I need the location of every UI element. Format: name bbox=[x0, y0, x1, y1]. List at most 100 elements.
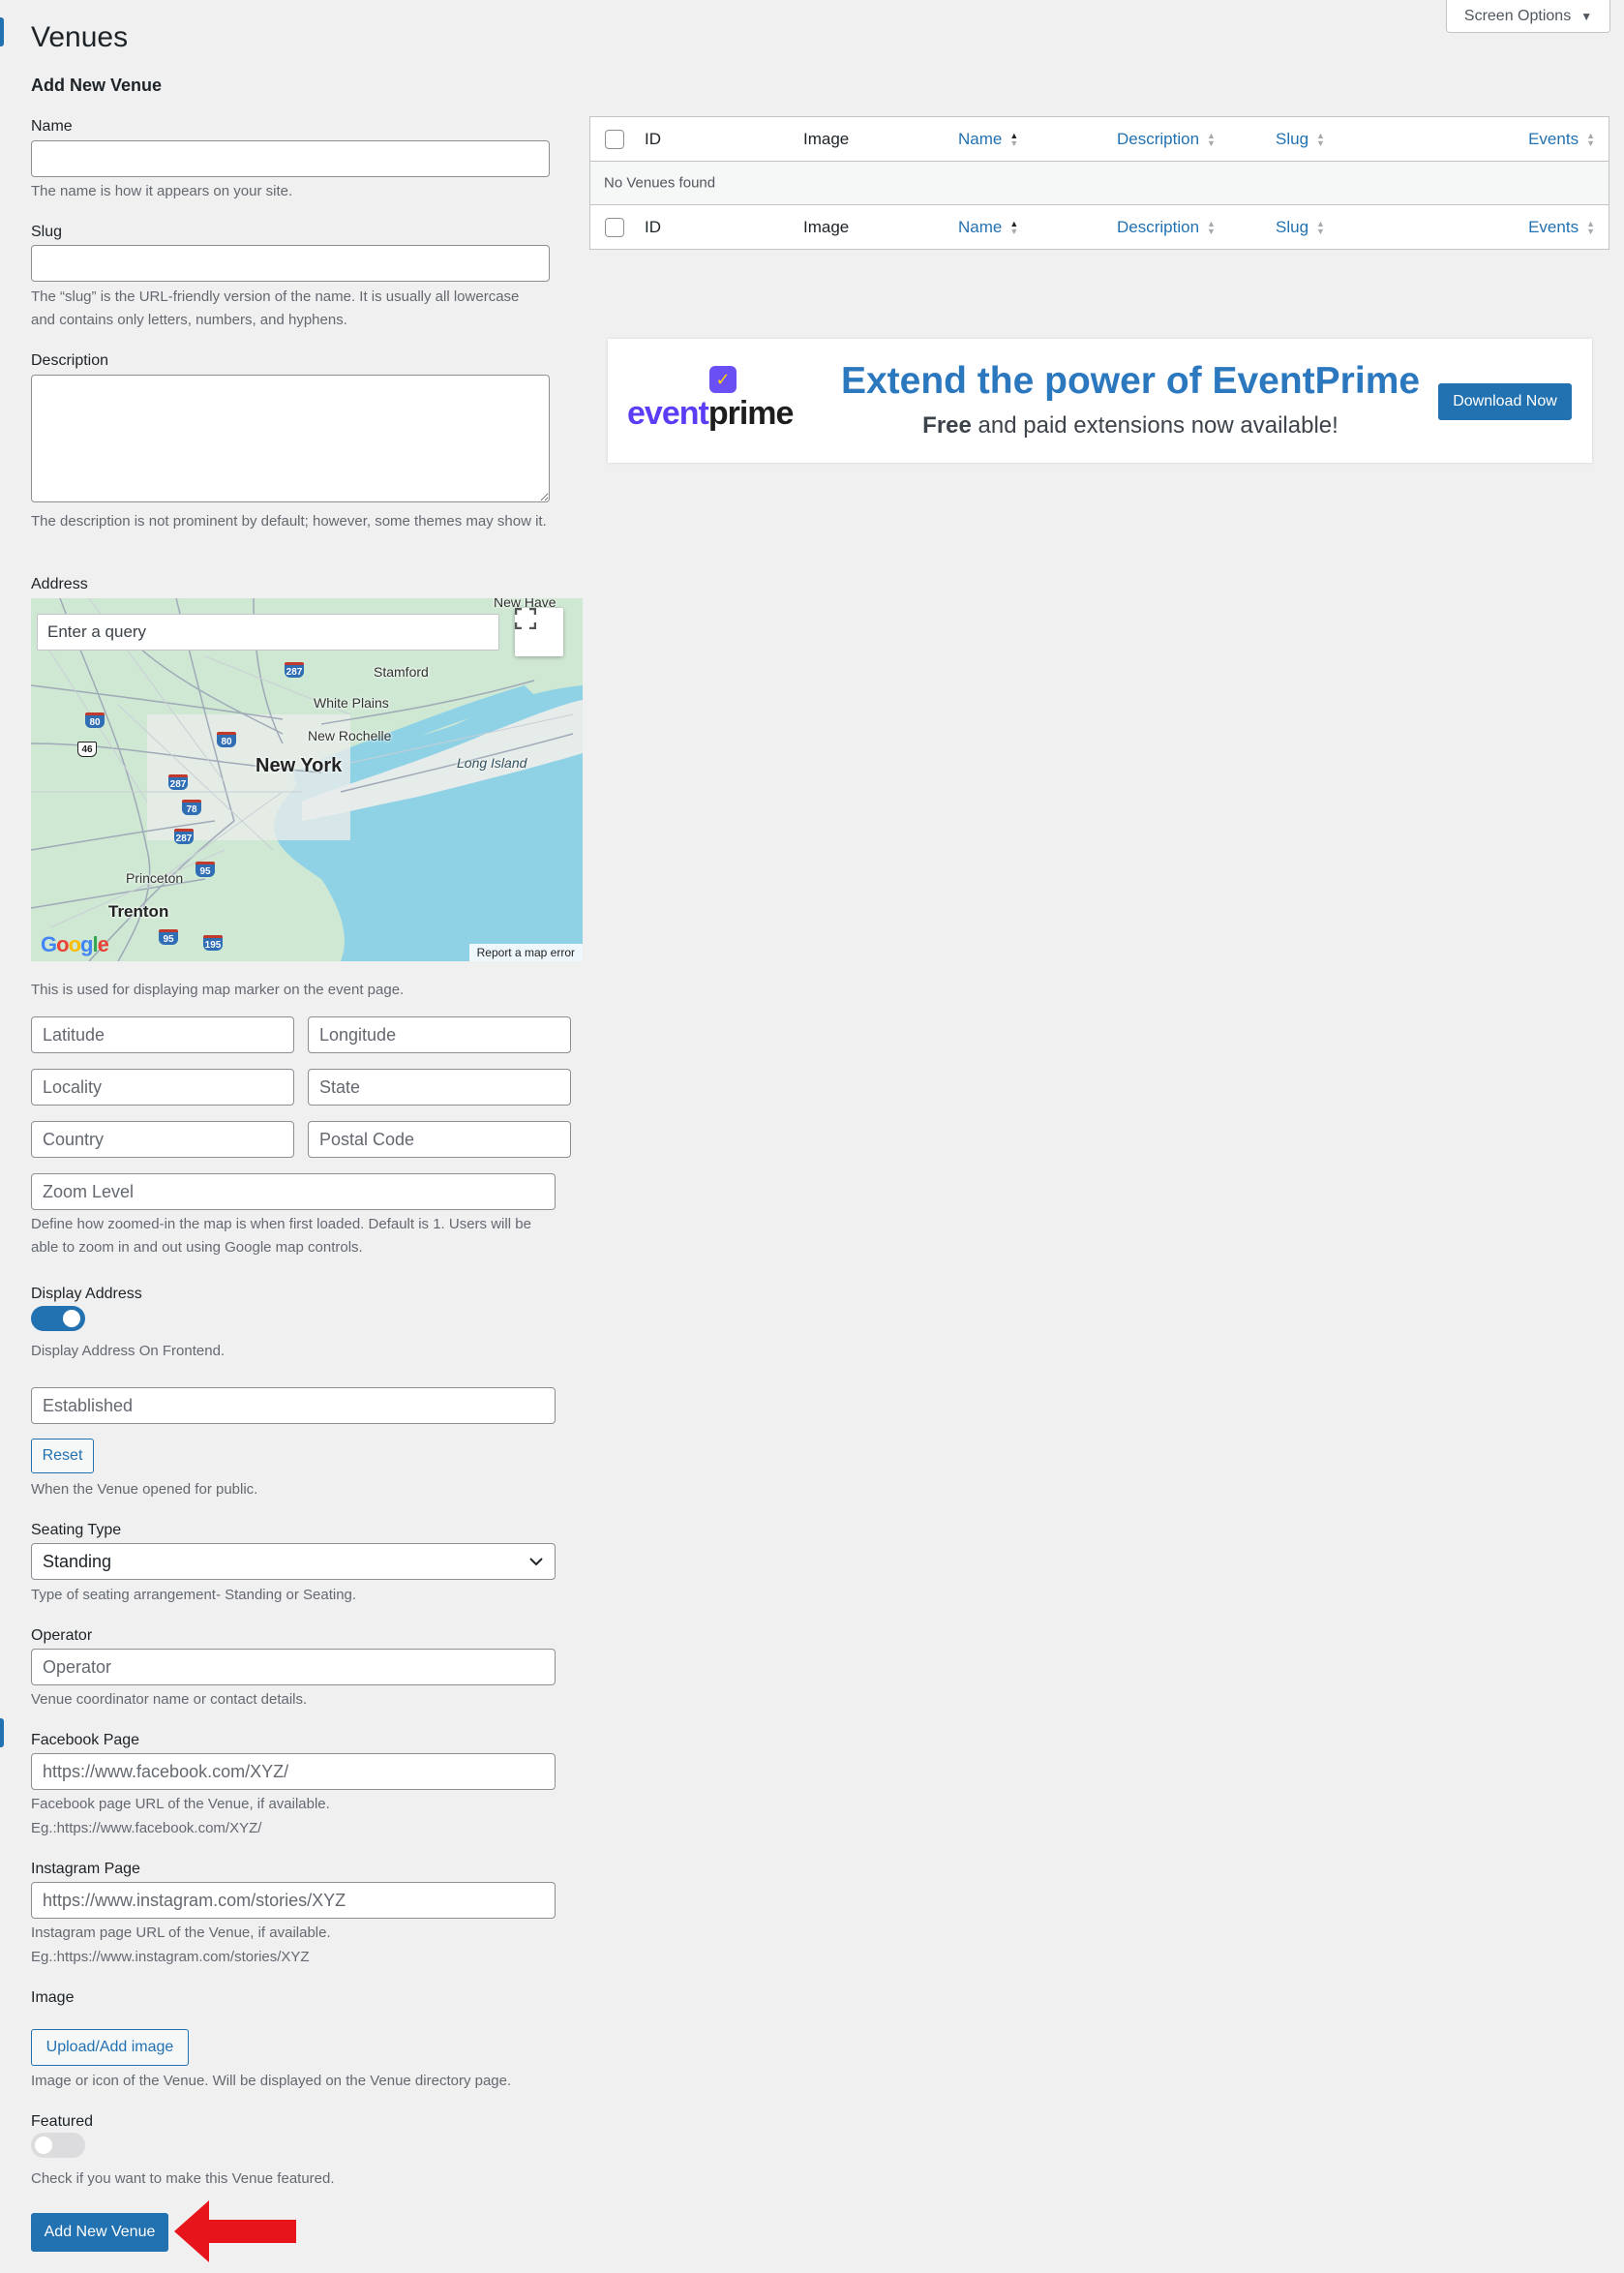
name-input[interactable] bbox=[31, 140, 550, 177]
slug-input[interactable] bbox=[31, 245, 550, 282]
established-help: When the Venue opened for public. bbox=[31, 1481, 258, 1498]
locality-input[interactable] bbox=[31, 1069, 294, 1106]
eventprime-logo: ✓ eventprime bbox=[627, 366, 794, 443]
map-label: Long Island bbox=[457, 755, 527, 771]
sort-icon: ▲ ▼ bbox=[1586, 130, 1595, 148]
page-title: Venues bbox=[31, 21, 129, 53]
seating-type-label: Seating Type bbox=[31, 1522, 122, 1538]
map-label: Stamford bbox=[374, 664, 429, 680]
column-events-sort[interactable]: Events ▲ ▼ bbox=[1528, 130, 1595, 149]
operator-label: Operator bbox=[31, 1627, 93, 1644]
address-help: This is used for displaying map marker o… bbox=[31, 982, 405, 998]
select-all-checkbox[interactable] bbox=[605, 129, 624, 149]
column-slug-sort[interactable]: Slug ▲ ▼ bbox=[1276, 218, 1325, 237]
featured-label: Featured bbox=[31, 2113, 94, 2130]
highway-shield: 46 bbox=[77, 742, 97, 757]
operator-input[interactable] bbox=[31, 1649, 556, 1685]
name-label: Name bbox=[31, 118, 73, 135]
state-input[interactable] bbox=[308, 1069, 571, 1106]
facebook-label: Facebook Page bbox=[31, 1732, 140, 1748]
name-help: The name is how it appears on your site. bbox=[31, 183, 293, 199]
highway-shield: 95 bbox=[159, 929, 178, 945]
map-search-input[interactable] bbox=[37, 614, 499, 651]
map-label: New York bbox=[256, 755, 343, 776]
column-description-sort[interactable]: Description ▲ ▼ bbox=[1117, 130, 1216, 149]
download-now-button[interactable]: Download Now bbox=[1438, 383, 1572, 420]
highway-shield: 80 bbox=[85, 712, 105, 728]
display-address-toggle[interactable] bbox=[31, 1306, 85, 1331]
description-textarea[interactable] bbox=[31, 375, 550, 502]
google-map[interactable]: New Have Stamford White Plains New Roche… bbox=[31, 598, 583, 961]
column-slug-sort[interactable]: Slug ▲ ▼ bbox=[1276, 130, 1325, 149]
instagram-example: Eg.:https://www.instagram.com/stories/XY… bbox=[31, 1949, 310, 1965]
toggle-knob bbox=[63, 1310, 80, 1327]
screen-options-button[interactable]: Screen Options ▼ bbox=[1446, 0, 1610, 33]
upload-image-button[interactable]: Upload/Add image bbox=[31, 2029, 189, 2066]
banner-subtext: Free and paid extensions now available! bbox=[922, 412, 1338, 439]
sort-icon: ▲ ▼ bbox=[1009, 218, 1019, 236]
table-header-row: ID Image Name ▲ ▼ Description ▲ ▼ Slug ▲ ▼ Eve… bbox=[590, 117, 1609, 161]
admin-menu-edge bbox=[0, 17, 4, 46]
highway-shield: 287 bbox=[168, 774, 188, 790]
venues-table: ID Image Name ▲ ▼ Description ▲ ▼ Slug ▲ ▼ Eve… bbox=[589, 116, 1609, 250]
reset-button[interactable]: Reset bbox=[31, 1439, 94, 1473]
column-image: Image bbox=[803, 129, 850, 148]
address-label: Address bbox=[31, 576, 88, 592]
add-new-venue-button[interactable]: Add New Venue bbox=[31, 2213, 168, 2252]
sort-icon: ▲ ▼ bbox=[1316, 218, 1325, 236]
sort-icon: ▲ ▼ bbox=[1207, 218, 1216, 236]
triangle-down-icon: ▼ bbox=[1580, 9, 1593, 23]
column-events-sort[interactable]: Events ▲ ▼ bbox=[1528, 218, 1595, 237]
longitude-input[interactable] bbox=[308, 1016, 571, 1053]
highway-shield: 78 bbox=[182, 800, 201, 815]
established-input[interactable] bbox=[31, 1387, 556, 1424]
highway-shield: 195 bbox=[203, 935, 223, 951]
highway-shield: 95 bbox=[195, 862, 215, 877]
featured-toggle[interactable] bbox=[31, 2133, 85, 2158]
sort-icon: ▲ ▼ bbox=[1009, 130, 1019, 148]
slug-help: The “slug” is the URL-friendly version o… bbox=[31, 288, 520, 328]
google-logo: Google bbox=[41, 932, 109, 956]
calendar-check-icon: ✓ bbox=[709, 366, 737, 393]
report-map-error-link[interactable]: Report a map error bbox=[468, 944, 583, 961]
highway-shield: 287 bbox=[285, 662, 304, 678]
column-id: ID bbox=[645, 217, 661, 236]
column-name-sort[interactable]: Name ▲ ▼ bbox=[958, 218, 1018, 237]
zoom-level-help: Define how zoomed-in the map is when fir… bbox=[31, 1216, 531, 1256]
image-label: Image bbox=[31, 1989, 75, 2006]
select-all-checkbox[interactable] bbox=[605, 217, 624, 237]
highway-shield: 80 bbox=[217, 732, 236, 747]
image-help: Image or icon of the Venue. Will be disp… bbox=[31, 2073, 512, 2089]
instagram-help: Instagram page URL of the Venue, if avai… bbox=[31, 1924, 331, 1941]
display-address-label: Display Address bbox=[31, 1286, 142, 1302]
empty-message: No Venues found bbox=[604, 174, 716, 192]
slug-label: Slug bbox=[31, 224, 63, 240]
banner-headline: Extend the power of EventPrime bbox=[840, 360, 1421, 402]
map-label: White Plains bbox=[314, 695, 389, 711]
featured-help: Check if you want to make this Venue fea… bbox=[31, 2170, 335, 2187]
column-name-sort[interactable]: Name ▲ ▼ bbox=[958, 130, 1018, 149]
instagram-input[interactable] bbox=[31, 1882, 556, 1919]
table-footer-row: ID Image Name ▲ ▼ Description ▲ ▼ Slug ▲ ▼ Eve… bbox=[590, 205, 1609, 249]
fullscreen-icon[interactable] bbox=[515, 608, 563, 656]
seating-type-select[interactable]: Standing bbox=[31, 1543, 556, 1580]
latitude-input[interactable] bbox=[31, 1016, 294, 1053]
map-label: Princeton bbox=[126, 870, 184, 886]
column-id: ID bbox=[645, 129, 661, 148]
form-heading: Add New Venue bbox=[31, 76, 163, 95]
sort-icon: ▲ ▼ bbox=[1316, 130, 1325, 148]
seating-type-help: Type of seating arrangement- Standing or… bbox=[31, 1587, 357, 1603]
description-help: The description is not prominent by defa… bbox=[31, 513, 547, 530]
red-arrow-icon bbox=[174, 2200, 296, 2262]
column-image: Image bbox=[803, 217, 850, 236]
zoom-level-input[interactable] bbox=[31, 1173, 556, 1210]
eventprime-promo-banner: ✓ eventprime Extend the power of EventPr… bbox=[608, 339, 1592, 463]
description-label: Description bbox=[31, 352, 109, 369]
table-empty-row: No Venues found bbox=[590, 161, 1609, 205]
instagram-label: Instagram Page bbox=[31, 1861, 140, 1877]
country-input[interactable] bbox=[31, 1121, 294, 1158]
facebook-input[interactable] bbox=[31, 1753, 556, 1790]
postal-code-input[interactable] bbox=[308, 1121, 571, 1158]
facebook-help: Facebook page URL of the Venue, if avail… bbox=[31, 1796, 330, 1812]
column-description-sort[interactable]: Description ▲ ▼ bbox=[1117, 218, 1216, 237]
